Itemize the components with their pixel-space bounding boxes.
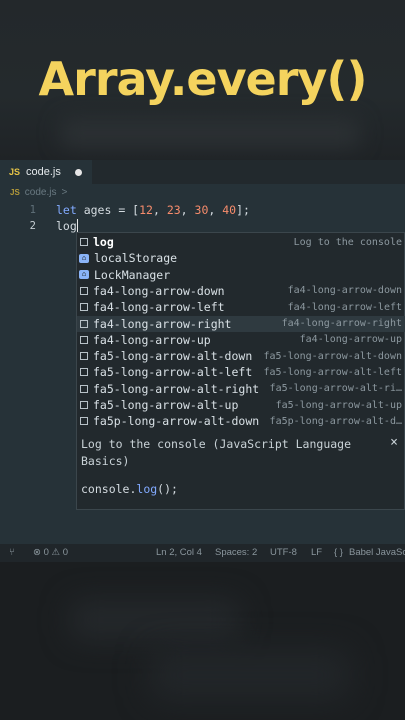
- status-bar: ⑂ ⊗ 0 ⚠ 0 Ln 2, Col 4 Spaces: 2 UTF-8 LF…: [0, 544, 405, 562]
- tab-label: code.js: [26, 166, 61, 178]
- problems-indicator[interactable]: ⊗ 0 ⚠ 0: [33, 547, 68, 558]
- suggestion-detail: fa5p-long-arrow-alt-d…: [269, 415, 402, 427]
- suggestion-detail: fa5-long-arrow-alt-ri…: [269, 383, 402, 395]
- snippet-icon: [80, 335, 88, 344]
- line-content: log: [56, 218, 79, 234]
- details-code-sample: console.log();: [81, 482, 178, 496]
- suggestion-item[interactable]: ⌂ localStorage: [77, 250, 405, 266]
- suggestion-item[interactable]: ⌂ LockManager: [77, 267, 405, 283]
- js-file-icon: JS: [9, 167, 21, 177]
- suggestion-detail: fa4-long-arrow-left: [287, 301, 402, 313]
- language-mode[interactable]: Babel JavaScript: [349, 547, 405, 558]
- suggestion-label: fa5-long-arrow-alt-down: [93, 349, 253, 364]
- suggestion-item[interactable]: fa5p-long-arrow-alt-down fa5p-long-arrow-…: [77, 413, 405, 429]
- suggestion-item[interactable]: fa4-long-arrow-right fa4-long-arrow-right: [77, 315, 405, 332]
- suggestion-item[interactable]: fa5-long-arrow-alt-right fa5-long-arrow-a…: [77, 381, 405, 397]
- suggestion-label: fa4-long-arrow-down: [93, 283, 225, 298]
- suggestion-item[interactable]: fa4-long-arrow-left fa4-long-arrow-left: [77, 299, 405, 315]
- suggestion-label: fa4-long-arrow-left: [93, 300, 225, 315]
- snippet-icon: [80, 352, 88, 361]
- tab-bar: JS code.js: [0, 160, 405, 184]
- blurred-backdrop: [150, 650, 350, 700]
- suggestion-item[interactable]: log Log to the console: [77, 234, 405, 250]
- suggestion-item[interactable]: fa4-long-arrow-down fa4-long-arrow-down: [77, 283, 405, 299]
- line-content: let ages = [12, 23, 30, 40];: [56, 203, 250, 217]
- suggestion-detail: fa4-long-arrow-right: [281, 318, 402, 329]
- blurred-backdrop: [60, 118, 360, 148]
- encoding-setting[interactable]: UTF-8: [270, 547, 297, 558]
- snippet-icon: [80, 238, 88, 246]
- chevron-right-icon: >: [61, 187, 68, 198]
- eol-setting[interactable]: LF: [311, 547, 322, 558]
- breadcrumb: JS code.js >: [10, 187, 67, 198]
- code-line-1[interactable]: 1 let ages = [12, 23, 30, 40];: [0, 202, 250, 218]
- line-number: 1: [29, 204, 36, 216]
- suggestion-label: localStorage: [94, 251, 178, 266]
- line-number: 2: [29, 220, 36, 232]
- video-title: Array.every(): [38, 52, 368, 106]
- suggestion-detail: fa5-long-arrow-alt-up: [275, 399, 402, 411]
- suggestion-label: fa5-long-arrow-alt-right: [93, 381, 260, 396]
- suggestion-detail: fa5-long-arrow-alt-down: [263, 350, 402, 362]
- suggestion-label: fa4-long-arrow-up: [93, 332, 211, 347]
- close-icon[interactable]: ×: [390, 435, 398, 450]
- js-file-icon: JS: [10, 188, 20, 197]
- warnings-count: 0: [62, 547, 68, 558]
- suggestion-widget: log Log to the console ⌂ localStorage ⌂ LockM…: [76, 232, 405, 431]
- source-control-icon[interactable]: ⑂: [9, 547, 15, 558]
- suggestion-detail: fa4-long-arrow-down: [287, 285, 402, 297]
- snippet-icon: [80, 384, 88, 393]
- suggestion-detail: fa4-long-arrow-up: [299, 334, 402, 346]
- errors-count: 0: [43, 547, 49, 558]
- symbol-icon: ⌂: [79, 270, 89, 280]
- suggestion-detail: Log to the console: [293, 236, 402, 248]
- blurred-backdrop: [70, 600, 240, 640]
- suggestion-details: Log to the console (JavaScript Language …: [76, 430, 405, 510]
- code-line-2[interactable]: 2 log: [0, 218, 79, 234]
- suggestion-label: fa5-long-arrow-alt-left: [93, 365, 253, 380]
- suggestion-label: log: [93, 235, 114, 249]
- tab-code-js[interactable]: JS code.js: [0, 160, 92, 184]
- snippet-icon: [80, 286, 88, 295]
- suggestion-item[interactable]: fa5-long-arrow-alt-left fa5-long-arrow-al…: [77, 364, 405, 380]
- unsaved-dot-icon[interactable]: [74, 168, 82, 176]
- braces-icon: { }: [334, 547, 343, 558]
- suggestion-item[interactable]: fa5-long-arrow-alt-up fa5-long-arrow-alt-…: [77, 397, 405, 413]
- suggestion-label: fa5p-long-arrow-alt-down: [93, 414, 260, 429]
- snippet-icon: [80, 401, 88, 409]
- indentation-setting[interactable]: Spaces: 2: [215, 547, 257, 558]
- snippet-icon: [80, 368, 88, 377]
- suggestion-item[interactable]: fa5-long-arrow-alt-down fa5-long-arrow-al…: [77, 348, 405, 364]
- details-description: Log to the console (JavaScript Language …: [81, 437, 352, 468]
- suggestion-detail: fa5-long-arrow-alt-left: [263, 366, 402, 378]
- suggestion-label: fa4-long-arrow-right: [93, 316, 232, 331]
- breadcrumb-file[interactable]: code.js: [25, 187, 57, 198]
- cursor-position[interactable]: Ln 2, Col 4: [156, 547, 202, 558]
- snippet-icon: [80, 303, 88, 312]
- suggestion-item[interactable]: fa4-long-arrow-up fa4-long-arrow-up: [77, 332, 405, 348]
- suggestion-label: fa5-long-arrow-alt-up: [93, 398, 239, 412]
- symbol-icon: ⌂: [79, 253, 89, 263]
- snippet-icon: [80, 417, 88, 426]
- snippet-icon: [80, 319, 88, 328]
- suggestion-label: LockManager: [94, 267, 171, 282]
